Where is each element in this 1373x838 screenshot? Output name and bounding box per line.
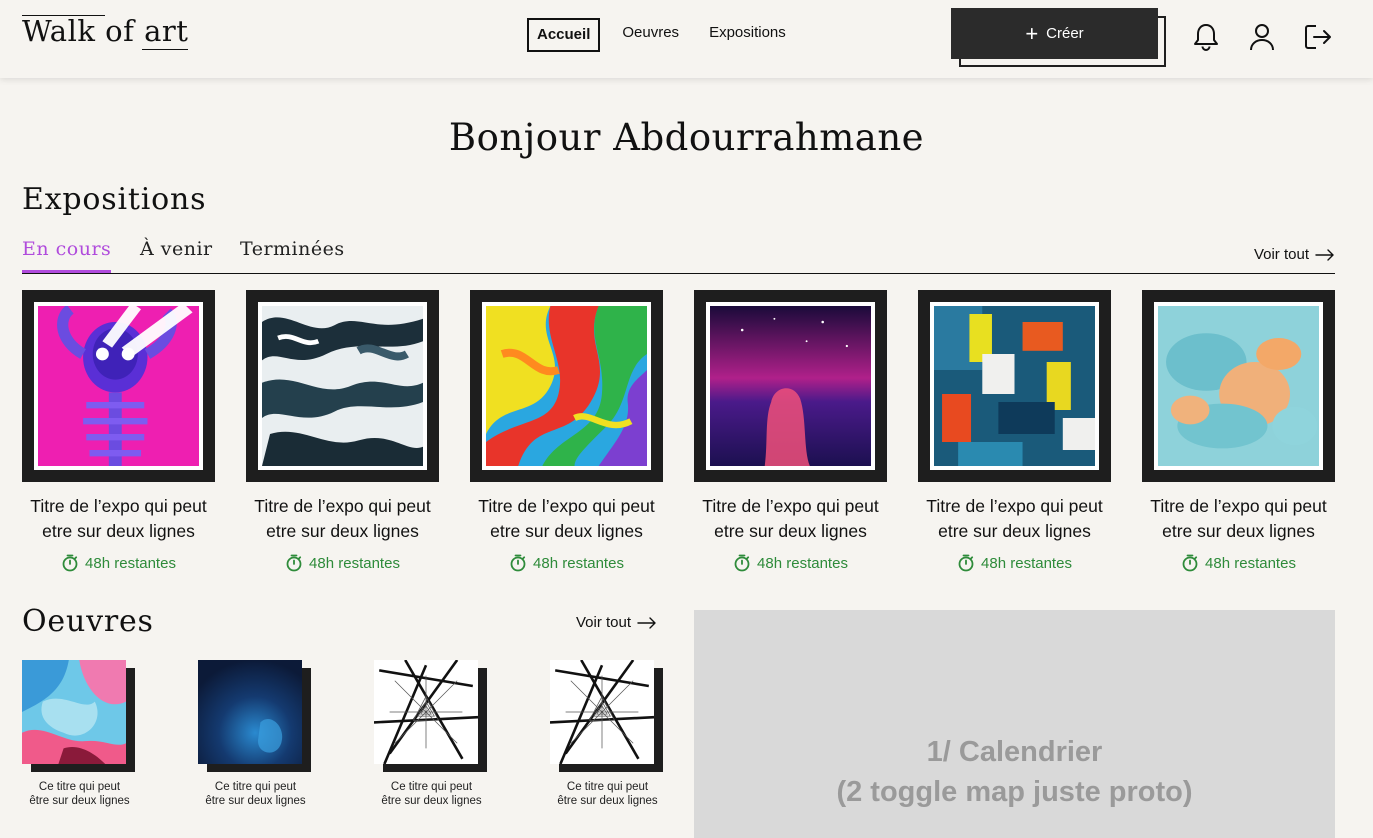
expo-card-time-left: 48h restantes bbox=[533, 554, 624, 572]
calendar-placeholder-line2: (2 toggle map juste proto) bbox=[836, 776, 1193, 808]
expo-card-mat bbox=[1154, 302, 1323, 470]
artwork-title-line1: Ce titre qui peut bbox=[214, 781, 297, 793]
expo-image-purple-night bbox=[710, 306, 871, 466]
expo-card[interactable]: Titre de l’expo qui peut etre sur deux l… bbox=[918, 290, 1111, 572]
nav-oeuvres[interactable]: Oeuvres bbox=[614, 18, 687, 52]
expo-card-time-left: 48h restantes bbox=[981, 554, 1072, 572]
logo-word-walk: Walk bbox=[22, 14, 96, 48]
user-icon[interactable] bbox=[1247, 22, 1277, 52]
expo-card-frame bbox=[1142, 290, 1335, 482]
logo-word-art-wrap: art bbox=[142, 14, 189, 50]
artwork-title-line2: être sur deux lignes bbox=[381, 795, 482, 807]
expo-image-ocean-foam bbox=[262, 306, 423, 466]
expo-card-title: Titre de l’expo qui peut etre sur deux l… bbox=[1150, 496, 1327, 541]
expo-card-mat bbox=[258, 302, 427, 470]
expo-card[interactable]: Titre de l’expo qui peut etre sur deux l… bbox=[694, 290, 887, 572]
expositions-title: Expositions bbox=[22, 182, 207, 217]
expo-card-mat bbox=[34, 302, 203, 470]
expo-card-mat bbox=[930, 302, 1099, 470]
artwork-title-line1: Ce titre qui peut bbox=[390, 781, 473, 793]
calendar-placeholder[interactable]: 1/ Calendrier (2 toggle map juste proto) bbox=[694, 610, 1335, 838]
expo-image-abstract-paint bbox=[934, 306, 1095, 466]
artwork-title-line2: être sur deux lignes bbox=[29, 795, 130, 807]
expo-card-title: Titre de l’expo qui peut etre sur deux l… bbox=[702, 496, 879, 541]
expo-image-neon-skull bbox=[38, 302, 199, 466]
artwork-image-geometric-lines bbox=[550, 660, 654, 764]
create-button[interactable]: + Créer bbox=[951, 8, 1158, 59]
expo-card-time-left: 48h restantes bbox=[757, 554, 848, 572]
oeuvres-title: Oeuvres bbox=[22, 604, 154, 639]
see-all-label: Voir tout bbox=[576, 614, 632, 631]
create-button-wrap: + Créer bbox=[951, 8, 1166, 67]
expo-card-timer: 48h restantes bbox=[470, 554, 663, 572]
expo-card-title: Titre de l’expo qui peut etre sur deux l… bbox=[926, 496, 1103, 541]
expo-card-frame bbox=[918, 290, 1111, 482]
tab-en-cours[interactable]: En cours bbox=[22, 238, 112, 273]
stopwatch-icon bbox=[286, 554, 302, 572]
expo-card-timer: 48h restantes bbox=[246, 554, 439, 572]
artwork-title: Ce titre qui peut être sur deux lignes bbox=[374, 780, 489, 808]
tab-terminees[interactable]: Terminées bbox=[240, 238, 345, 273]
create-button-label: Créer bbox=[1046, 25, 1084, 42]
expo-image-blue-orange-smoke bbox=[1158, 306, 1319, 466]
artwork-image-dark-blue-ink bbox=[198, 660, 302, 764]
top-header: Walk of art Accueil Oeuvres Expositions … bbox=[0, 0, 1373, 78]
expo-card-mat bbox=[482, 302, 651, 470]
logo-word-art: art bbox=[144, 14, 189, 48]
expo-card[interactable]: Titre de l’expo qui peut etre sur deux l… bbox=[22, 290, 215, 572]
see-all-label: Voir tout bbox=[1253, 246, 1309, 263]
expo-card-frame bbox=[470, 290, 663, 482]
expo-card-timer: 48h restantes bbox=[1142, 554, 1335, 572]
artwork-title-line2: être sur deux lignes bbox=[205, 795, 306, 807]
stopwatch-icon bbox=[1182, 554, 1198, 572]
expo-card-time-left: 48h restantes bbox=[309, 554, 400, 572]
artwork-title-line2: être sur deux lignes bbox=[557, 795, 658, 807]
artwork-title-line1: Ce titre qui peut bbox=[566, 781, 649, 793]
expo-card[interactable]: Titre de l’expo qui peut etre sur deux l… bbox=[1142, 290, 1335, 572]
artwork-title: Ce titre qui peut être sur deux lignes bbox=[198, 780, 313, 808]
logout-icon[interactable] bbox=[1303, 22, 1333, 52]
expo-card-time-left: 48h restantes bbox=[85, 554, 176, 572]
expositions-tabs: En cours À venir Terminées Voir tout bbox=[22, 236, 1335, 274]
expo-card-title: Titre de l’expo qui peut etre sur deux l… bbox=[30, 496, 207, 541]
artwork-image-geometric-lines bbox=[374, 660, 478, 764]
expo-card-mat bbox=[706, 302, 875, 470]
artwork-title-line1: Ce titre qui peut bbox=[38, 781, 121, 793]
oeuvres-see-all-link[interactable]: Voir tout bbox=[576, 614, 657, 631]
expo-card-timer: 48h restantes bbox=[694, 554, 887, 572]
expo-card[interactable]: Titre de l’expo qui peut etre sur deux l… bbox=[246, 290, 439, 572]
plus-icon: + bbox=[1025, 20, 1039, 46]
expo-card-frame bbox=[694, 290, 887, 482]
expo-card-title: Titre de l’expo qui peut etre sur deux l… bbox=[254, 496, 431, 541]
expo-card-title: Titre de l’expo qui peut etre sur deux l… bbox=[478, 496, 655, 541]
tab-a-venir[interactable]: À venir bbox=[140, 238, 213, 273]
arrow-right-icon bbox=[1315, 248, 1334, 261]
main-nav: Accueil Oeuvres Expositions bbox=[527, 18, 794, 52]
expositions-see-all-link[interactable]: Voir tout bbox=[1254, 246, 1335, 263]
expo-image-rainbow-marble bbox=[486, 306, 647, 466]
logo-word-of: of bbox=[105, 14, 135, 48]
expo-card-time-left: 48h restantes bbox=[1205, 554, 1296, 572]
nav-accueil[interactable]: Accueil bbox=[527, 18, 601, 52]
stopwatch-icon bbox=[510, 554, 526, 572]
calendar-placeholder-line1: 1/ Calendrier bbox=[926, 736, 1103, 768]
logo-rule-top bbox=[22, 15, 105, 16]
expo-card-timer: 48h restantes bbox=[22, 554, 215, 572]
expo-card-frame bbox=[22, 290, 215, 482]
expo-card-frame bbox=[246, 290, 439, 482]
nav-expositions[interactable]: Expositions bbox=[701, 18, 794, 52]
stopwatch-icon bbox=[62, 554, 78, 572]
artwork-title: Ce titre qui peut être sur deux lignes bbox=[550, 780, 665, 808]
page-greeting: Bonjour Abdourrahmane bbox=[448, 116, 925, 159]
stopwatch-icon bbox=[734, 554, 750, 572]
expo-card[interactable]: Titre de l’expo qui peut etre sur deux l… bbox=[470, 290, 663, 572]
artwork-image-pink-blue-paint bbox=[22, 660, 126, 764]
bell-icon[interactable] bbox=[1191, 22, 1221, 52]
logo[interactable]: Walk of art bbox=[22, 14, 189, 50]
artwork-title: Ce titre qui peut être sur deux lignes bbox=[22, 780, 137, 808]
expo-card-timer: 48h restantes bbox=[918, 554, 1111, 572]
arrow-right-icon bbox=[637, 616, 656, 629]
logo-rule-bottom bbox=[142, 49, 189, 50]
stopwatch-icon bbox=[958, 554, 974, 572]
